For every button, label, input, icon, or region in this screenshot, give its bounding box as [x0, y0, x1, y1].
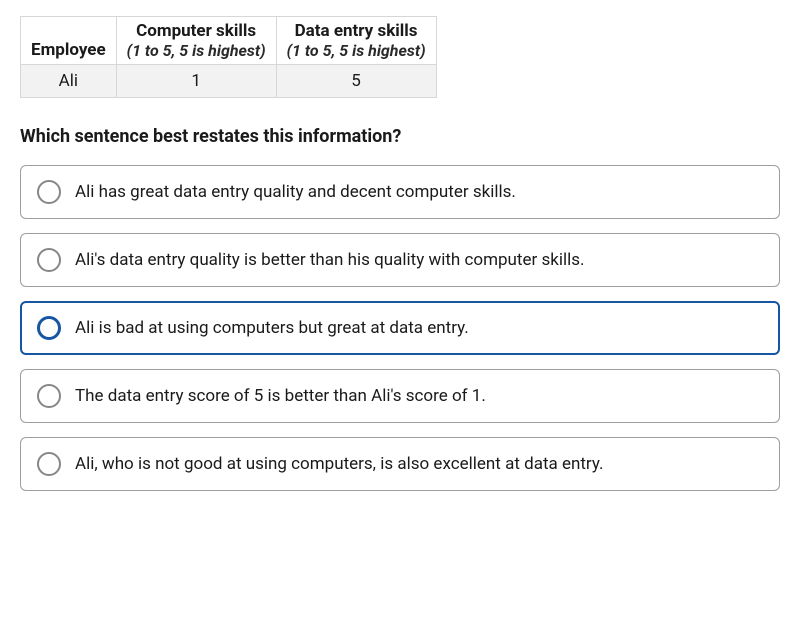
header-computer-top: Computer skills	[136, 21, 256, 41]
radio-icon	[37, 452, 61, 476]
header-employee: Employee	[21, 17, 117, 65]
radio-icon	[37, 384, 61, 408]
header-computer-sub: (1 to 5, 5 is highest)	[127, 41, 266, 60]
header-data-entry-skills: Data entry skills (1 to 5, 5 is highest)	[276, 17, 436, 65]
option-label: Ali's data entry quality is better than …	[75, 250, 585, 270]
option-1[interactable]: Ali's data entry quality is better than …	[20, 233, 780, 287]
radio-icon	[37, 180, 61, 204]
header-computer-skills: Computer skills (1 to 5, 5 is highest)	[116, 17, 276, 65]
question-prompt: Which sentence best restates this inform…	[20, 126, 780, 147]
skills-table: Employee Computer skills (1 to 5, 5 is h…	[20, 16, 437, 98]
header-data-entry-top: Data entry skills	[295, 21, 418, 41]
radio-icon	[37, 248, 61, 272]
option-3[interactable]: The data entry score of 5 is better than…	[20, 369, 780, 423]
cell-name: Ali	[21, 65, 117, 98]
option-4[interactable]: Ali, who is not good at using computers,…	[20, 437, 780, 491]
header-data-entry-sub: (1 to 5, 5 is highest)	[287, 41, 426, 60]
option-label: Ali has great data entry quality and dec…	[75, 182, 516, 202]
table-row: Ali 1 5	[21, 65, 437, 98]
options-list: Ali has great data entry quality and dec…	[20, 165, 780, 491]
option-label: The data entry score of 5 is better than…	[75, 386, 486, 406]
option-2[interactable]: Ali is bad at using computers but great …	[20, 301, 780, 355]
cell-computer: 1	[116, 65, 276, 98]
cell-data-entry: 5	[276, 65, 436, 98]
option-label: Ali is bad at using computers but great …	[75, 318, 469, 338]
radio-icon	[37, 316, 61, 340]
option-0[interactable]: Ali has great data entry quality and dec…	[20, 165, 780, 219]
option-label: Ali, who is not good at using computers,…	[75, 454, 603, 474]
